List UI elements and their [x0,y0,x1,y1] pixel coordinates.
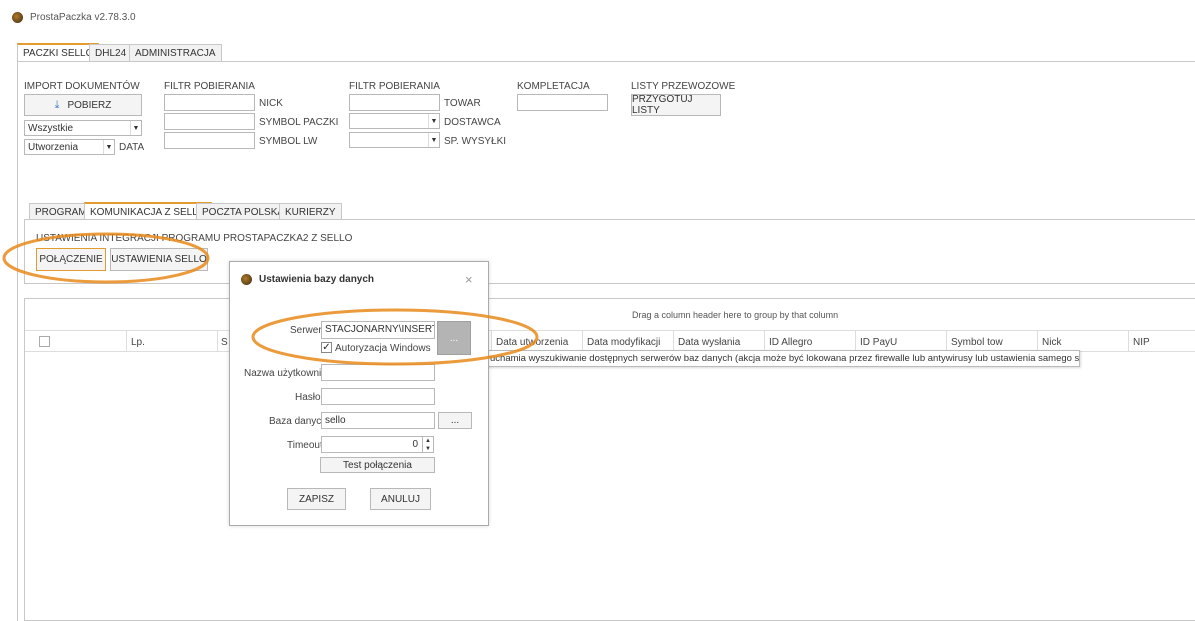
fetch-button[interactable]: ⤓ POBIERZ [24,94,142,116]
main-panel-left-border [17,61,18,621]
tab-dhl24[interactable]: DHL24 [89,44,133,61]
password-input[interactable] [321,388,435,405]
timeout-stepper[interactable]: 0 [321,436,423,453]
chevron-up-icon[interactable]: ▲ [423,437,433,445]
stepper-arrows[interactable]: ▲ ▼ [423,436,434,453]
chevron-down-icon: ▼ [130,121,141,135]
kompletacja-heading: KOMPLETACJA [517,81,590,92]
symbol-paczki-input[interactable] [164,113,255,130]
database-browse-button[interactable]: ... [438,412,472,429]
timeout-label: Timeout: [287,440,326,451]
symbol-paczki-label: SYMBOL PACZKI [259,117,339,128]
col-symbol-tow[interactable]: Symbol tow [951,337,1003,348]
date-label: DATA [119,142,145,153]
save-button[interactable]: ZAPISZ [287,488,346,510]
close-icon[interactable]: × [465,272,473,287]
date-type-select[interactable]: Utworzenia ▼ [24,139,115,155]
window-title: ProstaPaczka v2.78.3.0 [30,12,136,23]
listy-heading: LISTY PRZEWOZOWE [631,81,736,92]
highlight-ellipse-connection [2,232,210,284]
dostawca-label: DOSTAWCA [444,117,501,128]
password-label: Hasło: [295,392,324,403]
app-logo-icon [12,12,23,23]
select-all-checkbox[interactable] [39,336,50,347]
col-sep [673,331,674,352]
towar-input[interactable] [349,94,440,111]
kompletacja-input[interactable] [517,94,608,111]
col-data-wyslania[interactable]: Data wysłania [678,337,740,348]
timeout-value: 0 [412,439,418,450]
col-s[interactable]: S [221,337,228,348]
tab-paczki-sello[interactable]: PACZKI SELLO [17,43,100,61]
group-hint: Drag a column header here to group by th… [632,310,839,320]
dialog-title: Ustawienia bazy danych [259,274,375,285]
database-input[interactable]: sello [321,412,435,429]
col-id-payu[interactable]: ID PayU [860,337,897,348]
col-sep [1037,331,1038,352]
import-filter-select[interactable]: Wszystkie ▼ [24,120,142,136]
tab-komunikacja-z-sello[interactable]: KOMUNIKACJA Z SELLO [84,202,212,220]
download-icon: ⤓ [54,98,60,111]
date-type-value: Utworzenia [28,142,79,153]
import-filter-value: Wszystkie [28,123,73,134]
filter2-heading: FILTR POBIERANIA [349,81,440,92]
col-nip[interactable]: NIP [1133,337,1150,348]
symbol-lw-input[interactable] [164,132,255,149]
chevron-down-icon[interactable]: ▼ [423,445,433,453]
col-nick[interactable]: Nick [1042,337,1061,348]
col-sep [217,331,218,352]
filter1-heading: FILTR POBIERANIA [164,81,255,92]
col-sep [126,331,127,352]
col-data-modyfikacji[interactable]: Data modyfikacji [587,337,660,348]
chevron-down-icon: ▼ [428,133,439,147]
col-id-allegro[interactable]: ID Allegro [769,337,812,348]
towar-label: TOWAR [444,98,481,109]
col-sep [855,331,856,352]
col-sep [764,331,765,352]
dialog-logo-icon [241,274,252,285]
tab-kurierzy[interactable]: KURIERZY [279,203,342,220]
nick-label: NICK [259,98,283,109]
sp-wysylki-label: SP. WYSYŁKI [444,136,507,147]
col-sep [582,331,583,352]
symbol-lw-label: SYMBOL LW [259,136,318,147]
cancel-button[interactable]: ANULUJ [370,488,431,510]
chevron-down-icon: ▼ [103,140,114,154]
tab-administracja[interactable]: ADMINISTRACJA [129,44,222,61]
col-sep [946,331,947,352]
import-heading: IMPORT DOKUMENTÓW [24,81,140,92]
highlight-ellipse-server [251,308,539,366]
chevron-down-icon: ▼ [428,114,439,128]
col-sep [1128,331,1129,352]
main-tab-border [17,61,1195,62]
tab-poczta-polska[interactable]: POCZTA POLSKA [196,203,291,220]
sp-wysylki-select[interactable]: ▼ [349,132,440,148]
nick-input[interactable] [164,94,255,111]
prepare-lists-button[interactable]: PRZYGOTUJ LISTY [631,94,721,116]
fetch-label: POBIERZ [67,99,112,111]
dostawca-select[interactable]: ▼ [349,113,440,129]
server-search-tooltip: Uruchamia wyszukiwanie dostępnych serwer… [473,350,1080,367]
test-connection-button[interactable]: Test połączenia [320,457,435,473]
col-lp[interactable]: Lp. [131,337,145,348]
